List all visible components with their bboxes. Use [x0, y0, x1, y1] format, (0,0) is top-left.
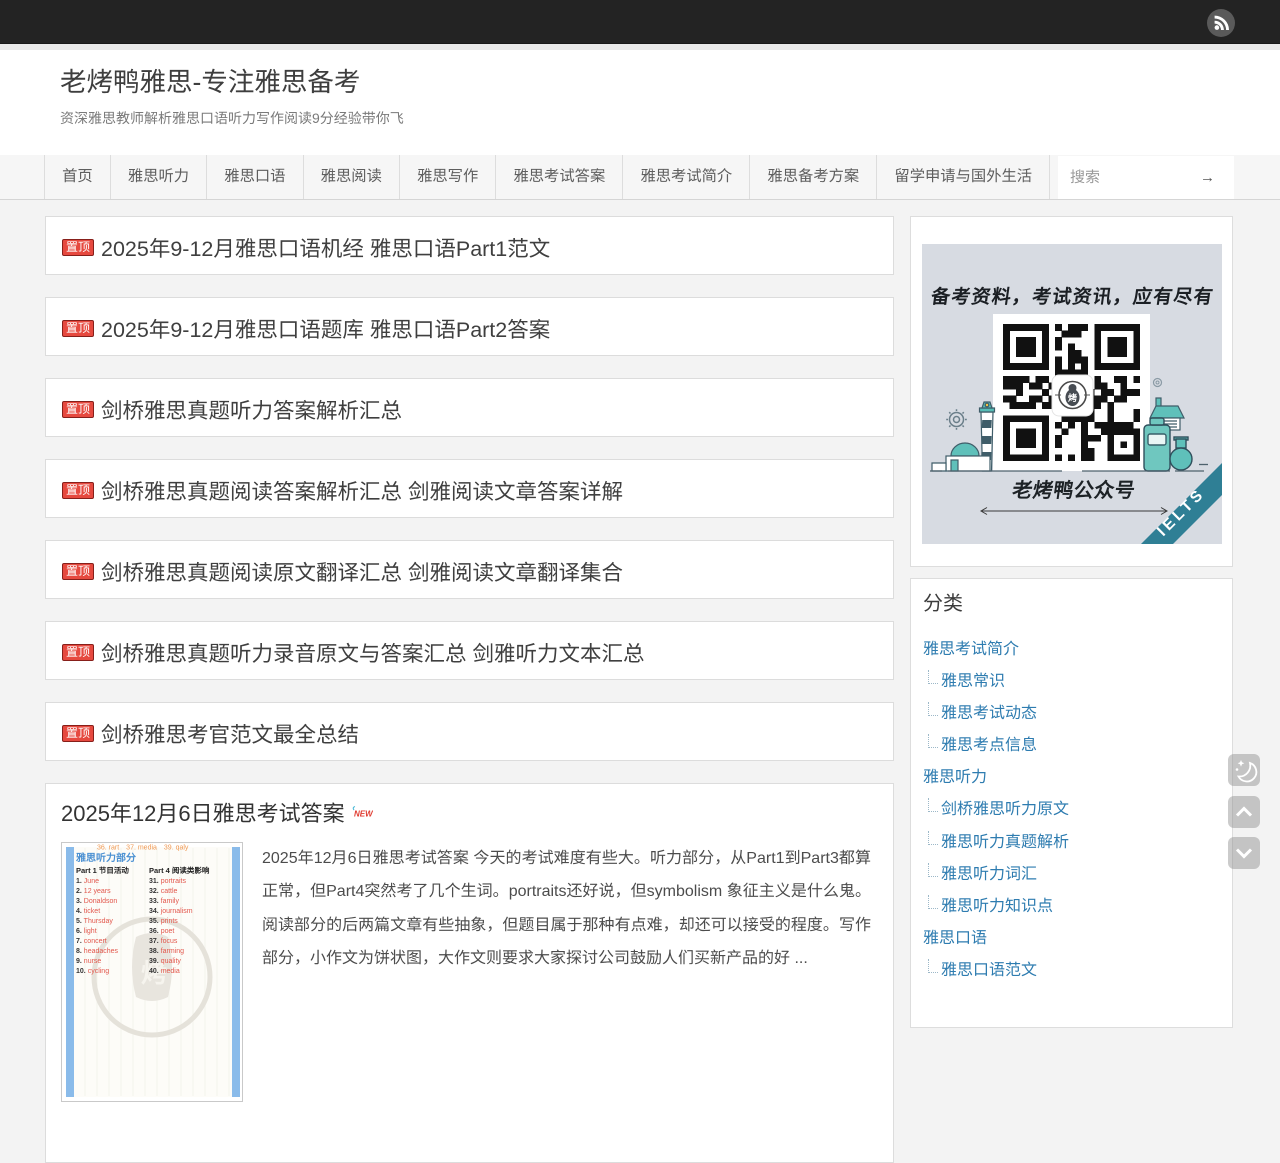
svg-text:3. Donaldson: 3. Donaldson: [76, 898, 117, 905]
svg-text:10. cycling: 10. cycling: [76, 968, 109, 975]
svg-text:39. quality: 39. quality: [149, 958, 181, 965]
svg-text:35. prints: 35. prints: [149, 918, 178, 925]
svg-text:7. concert: 7. concert: [76, 938, 107, 945]
svg-text:40. media: 40. media: [149, 968, 180, 975]
svg-text:1. June: 1. June: [76, 878, 99, 885]
svg-text:Part 4 阅读类影响: Part 4 阅读类影响: [149, 866, 210, 875]
svg-text:32. cattle: 32. cattle: [149, 888, 178, 895]
svg-text:37. focus: 37. focus: [149, 938, 178, 945]
svg-text:8. headaches: 8. headaches: [76, 948, 119, 955]
svg-text:36. poet: 36. poet: [149, 928, 174, 935]
svg-text:36. rart 37. media 39. qaly: 36. rart 37. media 39. qaly: [97, 844, 189, 851]
svg-text:烤: 烤: [1068, 393, 1077, 403]
svg-text:6. light: 6. light: [76, 928, 97, 935]
svg-text:2. 12 years: 2. 12 years: [76, 888, 111, 895]
svg-text:38. farming: 38. farming: [149, 948, 184, 955]
svg-text:NEW: NEW: [354, 810, 373, 819]
svg-text:5. Thursday: 5. Thursday: [76, 918, 113, 925]
svg-text:雅思听力部分: 雅思听力部分: [75, 852, 136, 864]
svg-text:9. nurse: 9. nurse: [76, 958, 101, 965]
svg-text:33. family: 33. family: [149, 898, 179, 905]
svg-text:老烤鸭公众号: 老烤鸭公众号: [1010, 479, 1137, 502]
svg-text:34. journalism: 34. journalism: [149, 908, 193, 915]
svg-text:31. portraits: 31. portraits: [149, 878, 186, 885]
svg-text:4. ticket: 4. ticket: [76, 908, 100, 915]
svg-text:Part 1 节目活动: Part 1 节目活动: [76, 866, 129, 875]
svg-text:备考资料，考试资讯，应有尽有: 备考资料，考试资讯，应有尽有: [929, 286, 1216, 308]
